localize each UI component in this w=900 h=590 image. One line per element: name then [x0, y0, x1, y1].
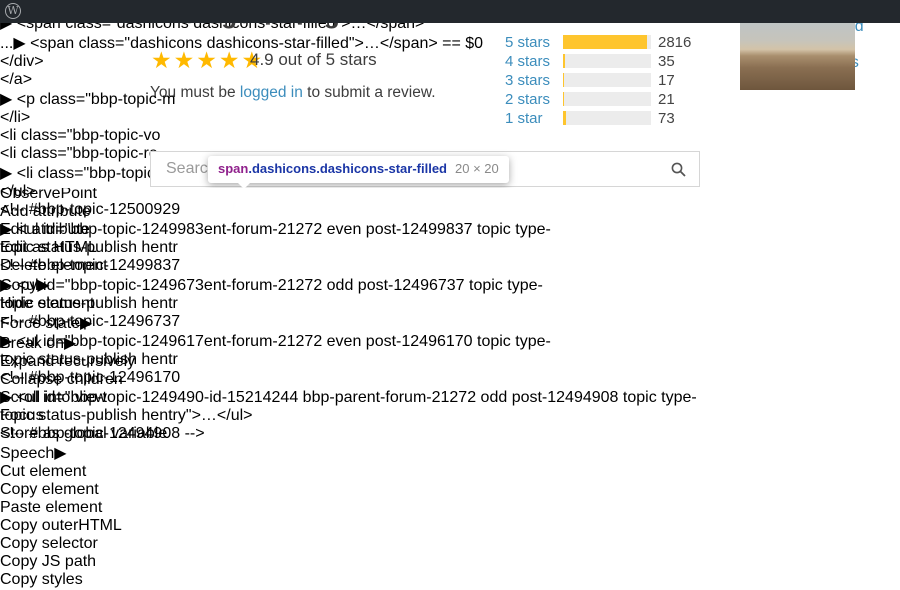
- page-sidebar: WP Fastest Cache Frequently Asked Questi…: [740, 0, 900, 188]
- code-text: ▶ <ul id="bbp-topic-1249983: [0, 221, 204, 238]
- rating-bar-fill: [563, 92, 564, 106]
- search-icon[interactable]: [670, 161, 687, 183]
- rating-row: 3 stars 17: [505, 71, 735, 90]
- code-text: <!-- #bbp-topic-12496170: [0, 369, 180, 386]
- rating-stars-link[interactable]: 1 star: [505, 110, 543, 127]
- rating-count: 35: [658, 53, 675, 70]
- code-text-continuation: -id-15214244 bbp-parent-forum-21272 odd …: [204, 389, 697, 406]
- code-text: ▶ <ul id="bbp-topic-1249617: [0, 333, 204, 350]
- rating-bar-fill: [563, 35, 647, 49]
- code-text: <li class="bbp-topic-vo: [0, 127, 160, 144]
- rating-count: 2816: [658, 34, 691, 51]
- rating-row: 5 stars 2816: [505, 33, 735, 52]
- wordpress-logo-icon[interactable]: W: [5, 3, 21, 19]
- rating-stars-link[interactable]: 3 stars: [505, 72, 550, 89]
- rating-bar: [563, 73, 651, 87]
- tooltip-pointer: [238, 183, 250, 188]
- code-text: <!-- #bbp-topic-12496737: [0, 313, 180, 330]
- code-text-continuation: ent-forum-21272 odd post-12496737 topic …: [204, 277, 543, 294]
- screenshot-root: Average Rating 2,962 reviews ★★★★★ 4.9 o…: [0, 0, 900, 590]
- tooltip-tag-name: span: [218, 161, 248, 176]
- rating-stars-link[interactable]: 2 stars: [505, 91, 550, 108]
- code-text: </ul>: [0, 183, 36, 200]
- dom-node-line[interactable]: topic status-publish hentr: [0, 351, 900, 369]
- dom-node-line[interactable]: ▶ <ul id="bbp-topic-1249673ent-forum-212…: [0, 275, 900, 295]
- submenu-item-copy-element[interactable]: Copy element: [0, 481, 900, 499]
- submenu-item-paste-element: Paste element: [0, 499, 900, 517]
- element-inspect-tooltip: span.dashicons.dashicons-star-filled 20 ×…: [208, 156, 509, 183]
- gutter-ellipsis: ...: [0, 35, 13, 52]
- dom-node-line[interactable]: topic status-publish hentr: [0, 239, 900, 257]
- rating-bar-fill: [563, 73, 564, 87]
- code-text-continuation: ent-forum-21272 even post-12496170 topic…: [204, 333, 551, 350]
- submenu-item-cut-element[interactable]: Cut element: [0, 463, 900, 481]
- dom-node-line[interactable]: ▶ <ul id="bbp-topic-1249490-id-15214244 …: [0, 387, 900, 407]
- code-text: ▶ <span class="dashicons dashicons-star-…: [13, 35, 483, 52]
- submenu-arrow-icon: ▶: [54, 445, 66, 462]
- rating-breakdown: 5 stars28164 stars353 stars172 stars211 …: [505, 33, 735, 128]
- rating-bar: [563, 92, 651, 106]
- rating-stars-link[interactable]: 4 stars: [505, 53, 550, 70]
- rating-count: 73: [658, 110, 675, 127]
- submenu-item-copy-selector[interactable]: Copy selector: [0, 535, 900, 553]
- rating-count: 17: [658, 72, 675, 89]
- dom-node-line[interactable]: <!-- #bbp-topic-12496737: [0, 313, 900, 331]
- rating-bar: [563, 54, 651, 68]
- rating-bar: [563, 35, 651, 49]
- photo-log: [740, 50, 855, 90]
- submenu-item-copy-outerhtml[interactable]: Copy outerHTML: [0, 517, 900, 535]
- rating-bar-fill: [563, 111, 566, 125]
- dom-node-line[interactable]: ▶ <ul id="bbp-topic-1249983ent-forum-212…: [0, 219, 900, 239]
- dom-node-line[interactable]: <!-- #bbp-topic-12496170: [0, 369, 900, 387]
- dom-node-line[interactable]: topic status-publish hentr: [0, 295, 900, 313]
- rating-bar: [563, 111, 651, 125]
- rating-row: 4 stars 35: [505, 52, 735, 71]
- dom-node-line[interactable]: ▶ <ul id="bbp-topic-1249617ent-forum-212…: [0, 331, 900, 351]
- code-text: <!-- #bbp-topic-12499837: [0, 257, 180, 274]
- dom-node-line[interactable]: <!-- #bbp-topic-12499837: [0, 257, 900, 275]
- code-text: <!-- #bbp-topic-12494908 -->: [0, 425, 205, 442]
- dom-node-line[interactable]: <!-- #bbp-topic-12500929: [0, 201, 900, 219]
- code-text: <!-- #bbp-topic-12500929: [0, 201, 180, 218]
- code-text: topic status-publish hentr: [0, 351, 178, 368]
- wp-admin-bar: W: [0, 0, 900, 23]
- rating-bar-fill: [563, 54, 565, 68]
- code-text: topic status-publish hentr: [0, 295, 178, 312]
- copy-submenu: Cut elementCopy elementPaste elementCopy…: [0, 463, 900, 590]
- rating-count: 21: [658, 91, 675, 108]
- submenu-item-copy-js-path[interactable]: Copy JS path: [0, 553, 900, 571]
- code-text: </li>: [0, 109, 30, 126]
- code-text-continuation: ent-forum-21272 even post-12499837 topic…: [204, 221, 551, 238]
- dom-node-line[interactable]: <!-- #bbp-topic-12494908 -->: [0, 425, 900, 443]
- code-text: ▶ <li class="bbp-topic-fr: [0, 165, 170, 182]
- tooltip-classes: .dashicons.dashicons-star-filled: [248, 161, 447, 176]
- submenu-item-copy-styles[interactable]: Copy styles: [0, 571, 900, 589]
- dom-node-line[interactable]: topic status-publish hentry">…</ul>: [0, 407, 900, 425]
- rating-stars-link[interactable]: 5 stars: [505, 34, 550, 51]
- rating-row: 1 star 73: [505, 109, 735, 128]
- code-text: <li class="bbp-topic-re: [0, 145, 158, 162]
- code-text: ▶ <ul id="bbp-topic-1249490: [0, 389, 204, 406]
- rating-row: 2 stars 21: [505, 90, 735, 109]
- code-text: </a>: [0, 71, 32, 88]
- code-text: </div>: [0, 53, 44, 70]
- code-text: ▶ <p class="bbp-topic-m: [0, 91, 175, 108]
- code-text: ▶ <ul id="bbp-topic-1249673: [0, 277, 204, 294]
- tooltip-dimensions: 20 × 20: [455, 161, 499, 176]
- code-text: topic status-publish hentr: [0, 239, 178, 256]
- code-text: topic status-publish hentry">…</ul>: [0, 407, 253, 424]
- menu-item-speech[interactable]: Speech▶: [0, 443, 900, 463]
